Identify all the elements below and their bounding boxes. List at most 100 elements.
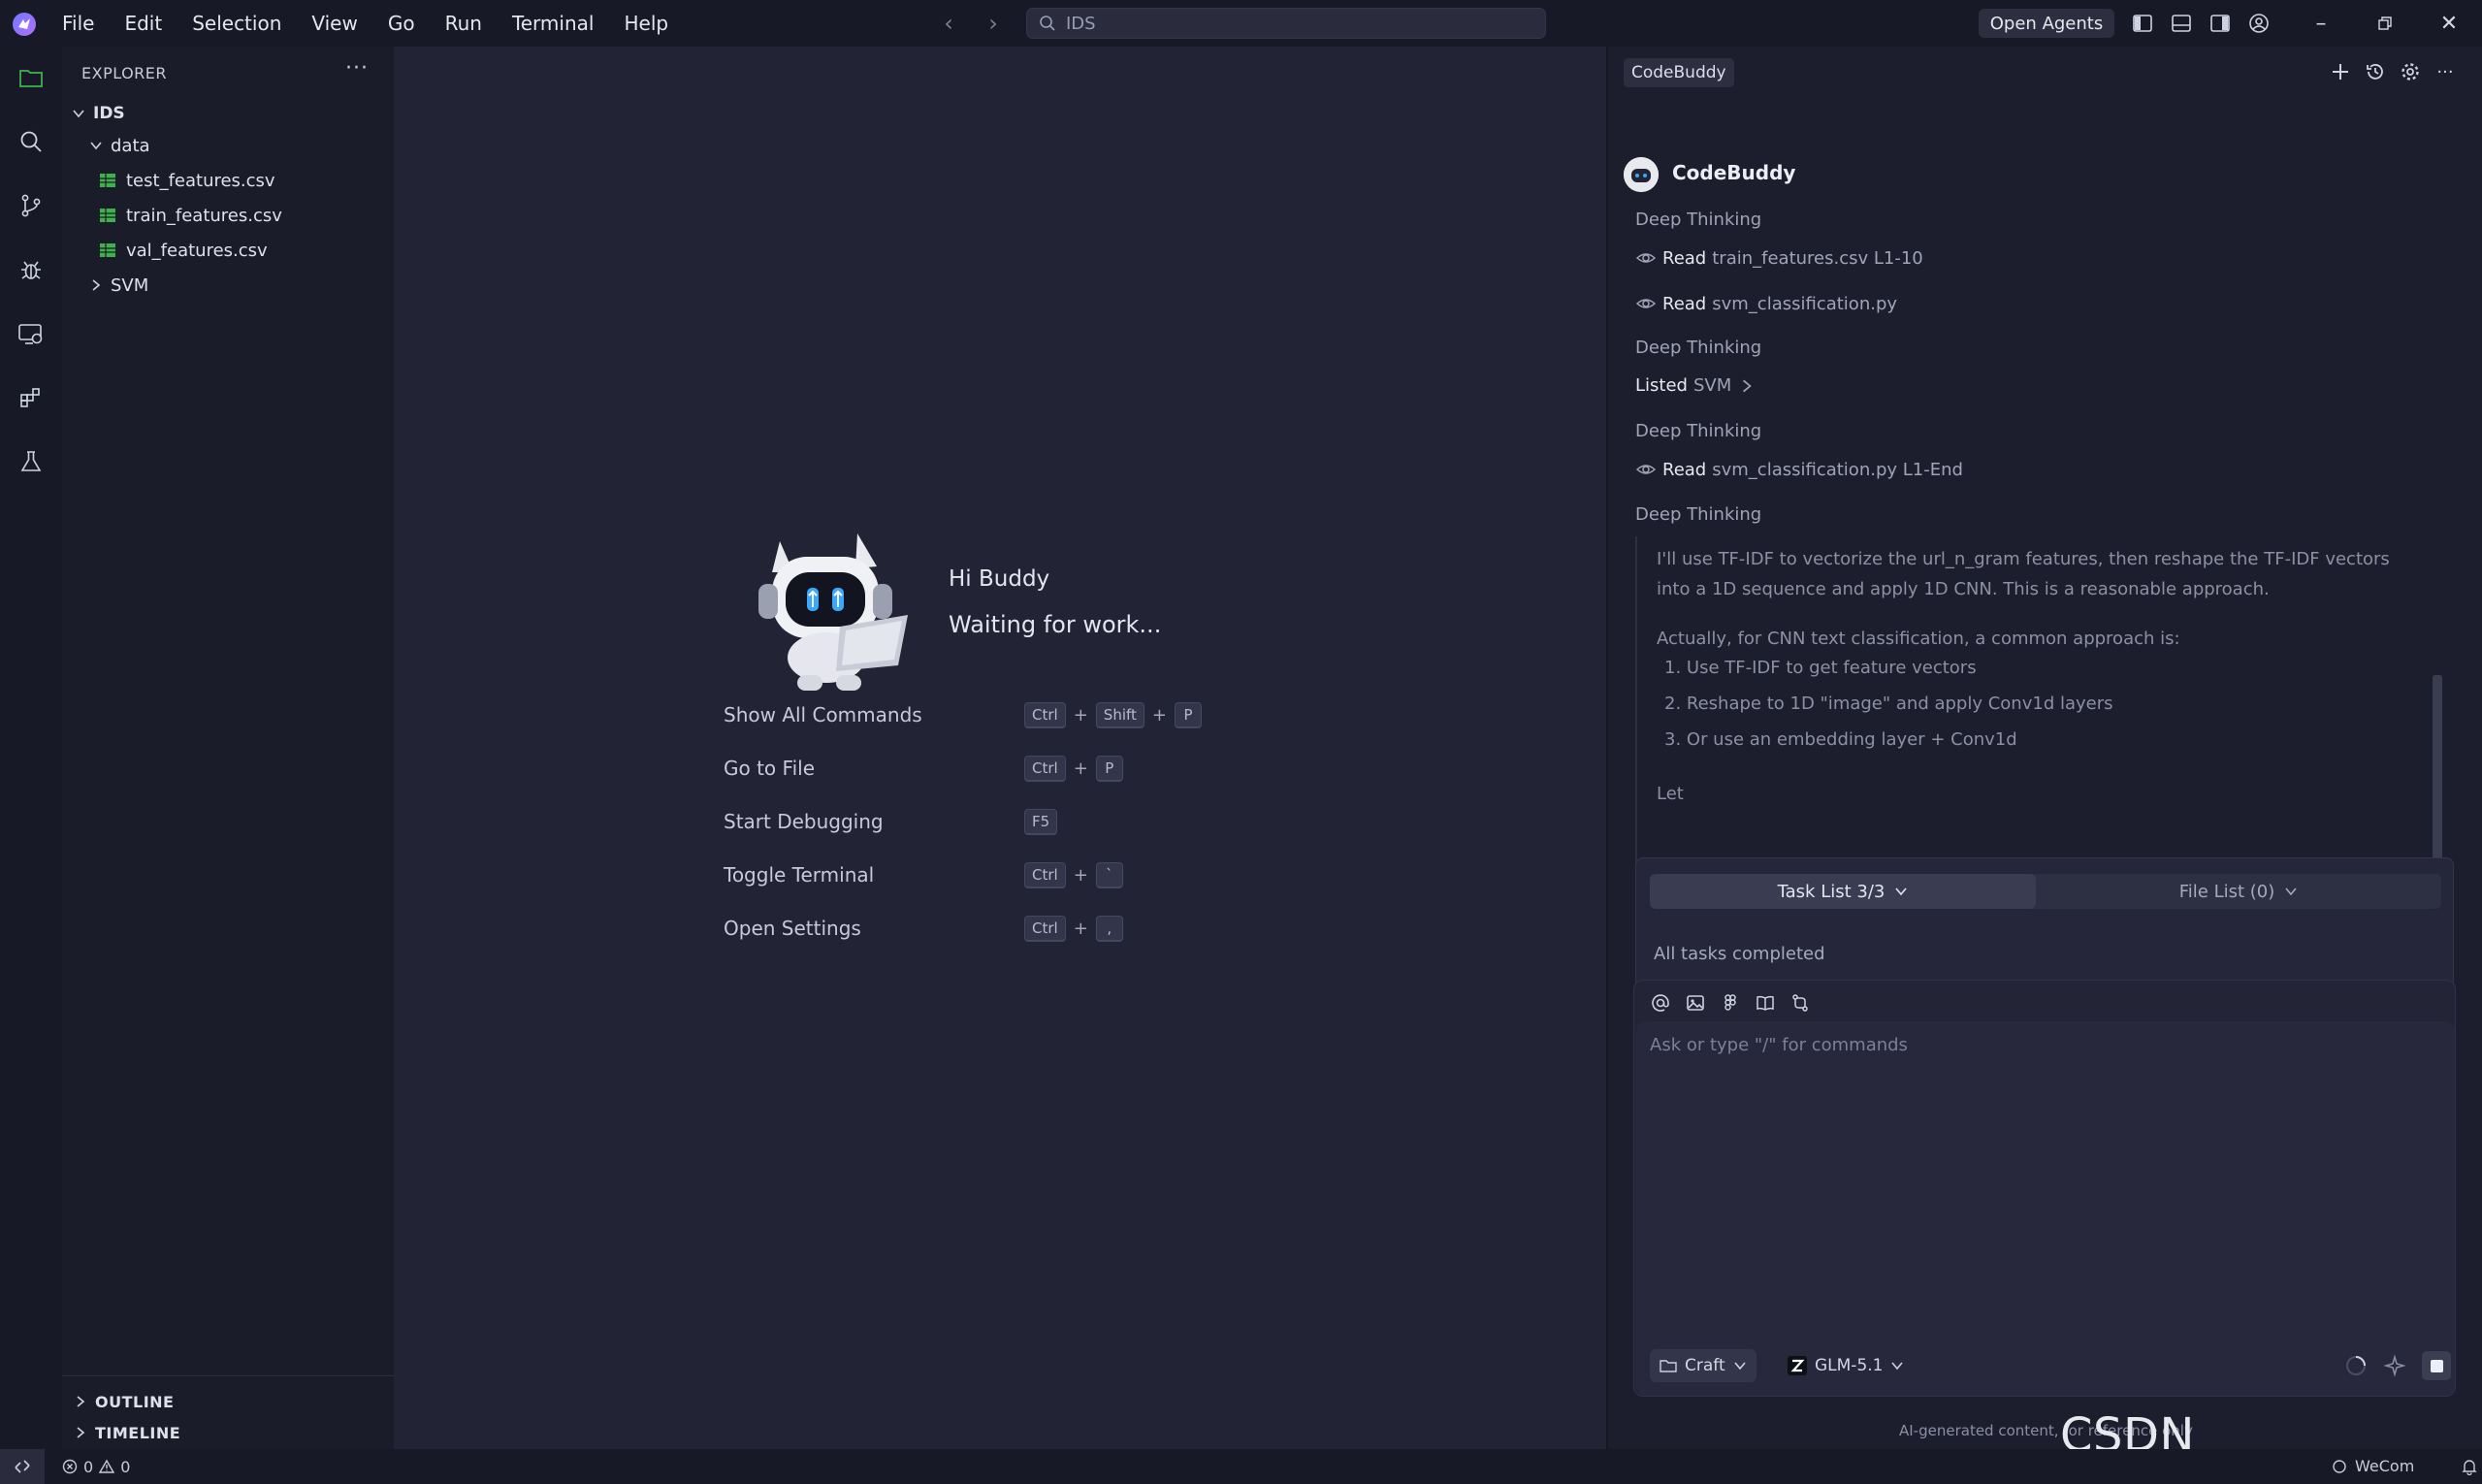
menu-bar: File Edit Selection View Go Run Terminal… <box>62 0 698 47</box>
timeline-label: TIMELINE <box>95 1423 181 1442</box>
step-read-file[interactable]: Read svm_classification.py L1-End <box>1635 459 1963 480</box>
forward-arrow-icon[interactable]: › <box>982 10 1005 37</box>
editor-area: Hi Buddy Waiting for work... Show All Co… <box>394 47 1606 1449</box>
step-read-file[interactable]: Read train_features.csv L1-10 <box>1635 247 1923 269</box>
sparkle-enhance-icon[interactable] <box>2383 1354 2406 1377</box>
knowledge-book-icon[interactable] <box>1755 992 1776 1014</box>
menu-go[interactable]: Go <box>388 12 415 35</box>
key-cap: F5 <box>1024 808 1058 835</box>
menu-help[interactable]: Help <box>624 12 668 35</box>
file-list-tab[interactable]: File List (0) <box>2036 874 2441 909</box>
stop-generation-button[interactable] <box>2422 1351 2451 1380</box>
menu-run[interactable]: Run <box>445 12 482 35</box>
close-icon[interactable]: ✕ <box>2417 0 2481 47</box>
tree-file-val-features[interactable]: val_features.csv <box>62 235 394 266</box>
warning-icon <box>99 1459 115 1473</box>
restore-icon[interactable] <box>2353 0 2417 47</box>
tree-root-ids[interactable]: IDS <box>62 98 394 129</box>
notification-bell-icon[interactable] <box>2461 1458 2478 1475</box>
run-debug-icon[interactable] <box>16 254 47 285</box>
model-selector-button[interactable]: GLM-5.1 <box>1782 1349 1910 1382</box>
tree-folder-label: SVM <box>111 274 149 296</box>
step-deep-thinking[interactable]: Deep Thinking <box>1635 210 1761 230</box>
chevron-down-icon <box>70 105 87 122</box>
new-chat-plus-icon[interactable] <box>2329 60 2352 83</box>
menu-file[interactable]: File <box>62 12 94 35</box>
testing-flask-icon[interactable] <box>16 446 47 477</box>
key-cap: ` <box>1095 861 1123 888</box>
toggle-secondary-sidebar-icon[interactable] <box>2208 11 2233 36</box>
tree-file-train-features[interactable]: train_features.csv <box>62 200 394 231</box>
account-icon[interactable] <box>2246 11 2272 36</box>
error-icon <box>62 1459 78 1474</box>
shortcut-label: Go to File <box>724 757 815 780</box>
shortcut-show-all-commands[interactable]: Show All Commands Ctrl + Shift + P <box>724 698 1228 731</box>
step-deep-thinking[interactable]: Deep Thinking <box>1635 338 1761 358</box>
menu-view[interactable]: View <box>311 12 357 35</box>
mode-selector-button[interactable]: Craft <box>1650 1349 1757 1382</box>
problems-indicator[interactable]: 0 0 <box>62 1458 130 1476</box>
more-actions-icon[interactable]: ··· <box>2434 60 2457 83</box>
tree-file-label: val_features.csv <box>126 240 268 261</box>
tree-folder-svm[interactable]: SVM <box>62 270 394 301</box>
figma-icon[interactable] <box>1720 992 1741 1014</box>
activity-bar <box>0 47 62 1449</box>
toggle-primary-sidebar-icon[interactable] <box>2130 11 2155 36</box>
more-actions-icon[interactable]: ··· <box>345 56 369 81</box>
command-center-search[interactable]: IDS <box>1026 8 1546 39</box>
chevron-right-icon <box>1743 379 1753 392</box>
step-deep-thinking[interactable]: Deep Thinking <box>1635 504 1761 525</box>
menu-selection[interactable]: Selection <box>192 12 281 35</box>
key-cap: , <box>1095 915 1123 942</box>
tree-file-test-features[interactable]: test_features.csv <box>62 165 394 196</box>
wecom-icon <box>2333 1459 2346 1473</box>
step-read-file[interactable]: Read svm_classification.py <box>1635 293 1897 314</box>
shortcut-label: Start Debugging <box>724 810 884 833</box>
search-icon[interactable] <box>16 126 47 157</box>
menu-edit[interactable]: Edit <box>124 12 162 35</box>
history-icon[interactable] <box>2364 60 2387 83</box>
timeline-section[interactable]: TIMELINE <box>62 1418 394 1447</box>
chat-input[interactable] <box>1650 1035 2426 1326</box>
eye-icon <box>1635 465 1657 474</box>
codebuddy-tab[interactable]: CodeBuddy <box>1624 58 1734 87</box>
step-listed-folder[interactable]: Listed SVM <box>1635 375 1755 396</box>
chevron-right-icon <box>72 1393 89 1410</box>
step-deep-thinking[interactable]: Deep Thinking <box>1635 421 1761 441</box>
csv-file-icon <box>100 209 115 222</box>
csv-file-icon <box>100 174 115 187</box>
tree-folder-data[interactable]: data <box>62 130 394 161</box>
thinking-list-item: 3. Or use an embedding layer + Conv1d <box>1664 729 2017 750</box>
image-attach-icon[interactable] <box>1685 992 1706 1014</box>
open-agents-button[interactable]: Open Agents <box>1979 9 2114 38</box>
settings-gear-icon[interactable] <box>2399 60 2422 83</box>
source-control-icon[interactable] <box>16 190 47 221</box>
extensions-icon[interactable] <box>16 382 47 413</box>
thinking-list-item: 1. Use TF-IDF to get feature vectors <box>1664 658 1977 678</box>
shortcut-open-settings[interactable]: Open Settings Ctrl + , <box>724 912 1228 945</box>
menu-terminal[interactable]: Terminal <box>512 12 595 35</box>
tree-folder-label: data <box>111 135 150 156</box>
thinking-scrollbar[interactable] <box>2433 675 2442 859</box>
shortcut-start-debugging[interactable]: Start Debugging F5 <box>724 805 1228 838</box>
task-status: All tasks completed <box>1654 944 1825 964</box>
chevron-down-icon <box>1895 887 1907 896</box>
git-compare-icon[interactable] <box>1789 992 1811 1014</box>
back-arrow-icon[interactable]: ‹ <box>937 10 960 37</box>
outline-section[interactable]: OUTLINE <box>62 1387 394 1416</box>
welcome-status: Waiting for work... <box>949 611 1162 638</box>
shortcut-go-to-file[interactable]: Go to File Ctrl + P <box>724 752 1228 785</box>
wecom-label[interactable]: WeCom <box>2355 1457 2414 1475</box>
remote-explorer-icon[interactable] <box>16 318 47 349</box>
explorer-files-icon[interactable] <box>16 62 47 93</box>
mention-at-icon[interactable] <box>1650 992 1671 1014</box>
task-list-tab[interactable]: Task List 3/3 <box>1650 874 2036 909</box>
toggle-panel-icon[interactable] <box>2169 11 2194 36</box>
chat-input-area: Craft GLM-5.1 <box>1636 1021 2455 1396</box>
key-cap: Ctrl <box>1024 701 1066 728</box>
shortcut-toggle-terminal[interactable]: Toggle Terminal Ctrl + ` <box>724 858 1228 891</box>
csv-file-icon <box>100 243 115 257</box>
explorer-sidebar: EXPLORER ··· IDS data test_features.csv … <box>62 47 394 1449</box>
minimize-icon[interactable]: – <box>2289 0 2353 47</box>
remote-indicator-icon[interactable] <box>0 1449 45 1484</box>
